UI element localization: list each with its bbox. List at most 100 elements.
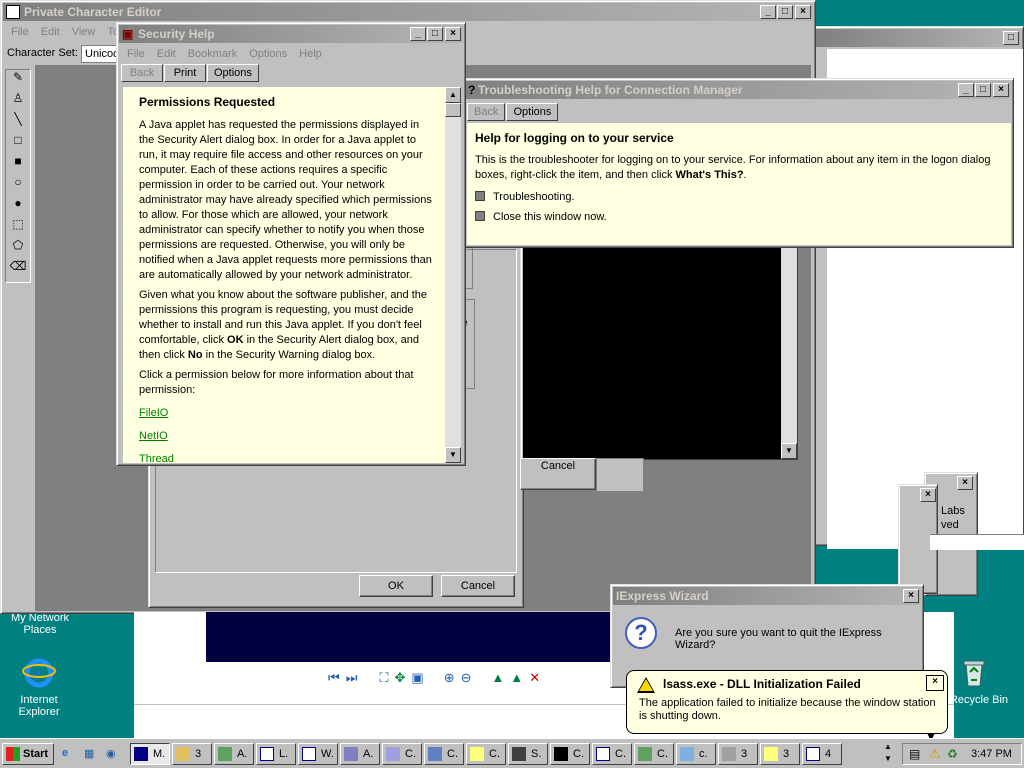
taskbar-item-3[interactable]: A.	[214, 743, 254, 765]
freeform-select-tool-icon[interactable]: ⬠	[6, 238, 30, 259]
zoom-in-icon[interactable]: ⊕	[444, 670, 455, 690]
line-tool-icon[interactable]: ╲	[6, 112, 30, 133]
prev-icon[interactable]: ⏮	[328, 670, 340, 690]
quicklaunch-desktop-icon[interactable]: ▦	[84, 747, 100, 763]
scroll-down-icon[interactable]: ▼	[781, 443, 797, 459]
close-icon[interactable]: ×	[795, 5, 811, 19]
eraser-tool-icon[interactable]: ⌫	[6, 259, 30, 280]
quicklaunch-ie-icon[interactable]: e	[62, 747, 78, 763]
taskbar-item-8[interactable]: C.	[424, 743, 464, 765]
close-icon[interactable]: ×	[445, 27, 461, 41]
taskbar-item-9[interactable]: C.	[466, 743, 506, 765]
help-heading: Permissions Requested	[139, 95, 276, 109]
taskbar-item-12[interactable]: C.	[592, 743, 632, 765]
help-scrollbar[interactable]: ▲ ▼	[445, 87, 461, 463]
cancel-button[interactable]: Cancel	[441, 575, 515, 597]
close-icon[interactable]: ×	[957, 476, 973, 490]
troubleshooting-help-window: ? Troubleshooting Help for Connection Ma…	[462, 78, 1014, 248]
menu-edit[interactable]: Edit	[35, 26, 66, 38]
update-tray-icon[interactable]: ♻	[947, 747, 958, 761]
menu-options[interactable]: Options	[243, 48, 293, 60]
back-button[interactable]: Back	[121, 64, 163, 82]
hollow-ellipse-tool-icon[interactable]: ○	[6, 175, 30, 196]
fit-icon[interactable]: ⛶	[379, 670, 388, 690]
taskbar-item-10[interactable]: S.	[508, 743, 548, 765]
close-icon[interactable]: ×	[920, 488, 936, 502]
options-button[interactable]: Options	[506, 103, 559, 121]
tool-palette: ✎ ♙ ╲ □ ■ ○ ● ⬚ ⬠ ⌫	[5, 69, 31, 283]
taskbar-item-11[interactable]: C.	[550, 743, 590, 765]
link-fileio[interactable]: FileIO	[139, 406, 437, 421]
hollow-rect-tool-icon[interactable]: □	[6, 133, 30, 154]
minimize-icon[interactable]: _	[760, 5, 776, 19]
print-button[interactable]: Print	[164, 64, 206, 82]
slideshow-icon[interactable]: ▣	[411, 670, 423, 690]
close-icon[interactable]: ×	[926, 675, 944, 691]
menu-edit[interactable]: Edit	[151, 48, 182, 60]
brush-tool-icon[interactable]: ♙	[6, 91, 30, 112]
rect-select-tool-icon[interactable]: ⬚	[6, 217, 30, 238]
network-places-label[interactable]: My Network Places	[4, 612, 76, 636]
clock[interactable]: 3:47 PM	[971, 748, 1012, 760]
charset-select[interactable]: Unicod	[81, 45, 121, 63]
internet-explorer-icon[interactable]: e	[22, 656, 56, 690]
recycle-bin-icon[interactable]	[958, 656, 990, 688]
taskbar-item-4[interactable]: L.	[256, 743, 296, 765]
link-thread[interactable]: Thread	[139, 452, 437, 463]
scroll-down-icon[interactable]: ▼	[445, 447, 461, 463]
maximize-icon[interactable]: □	[1003, 31, 1019, 45]
taskbar-item-1[interactable]: M.	[130, 743, 170, 765]
taskbar-item-5[interactable]: W.	[298, 743, 338, 765]
next-icon[interactable]: ⏭	[346, 670, 358, 690]
maximize-icon[interactable]: □	[427, 27, 443, 41]
cancel-button-partial[interactable]: Cancel	[520, 458, 596, 490]
taskbar-item-2[interactable]: 3	[172, 743, 212, 765]
start-button[interactable]: Start	[2, 743, 54, 765]
rotate-left-icon[interactable]: ▲	[492, 670, 505, 690]
help-paragraph-2: Given what you know about the software p…	[139, 289, 428, 361]
menu-help[interactable]: Help	[293, 48, 328, 60]
tray-scroll-down-icon[interactable]: ▼	[884, 754, 892, 763]
menu-file[interactable]: File	[5, 26, 35, 38]
rotate-right-icon[interactable]: ▲	[510, 670, 523, 690]
close-icon[interactable]: ×	[903, 589, 919, 603]
help-icon	[764, 747, 778, 761]
scroll-up-icon[interactable]: ▲	[445, 87, 461, 103]
minimize-icon[interactable]: _	[958, 83, 974, 97]
taskbar-item-16[interactable]: 3	[760, 743, 800, 765]
trouble-item-troubleshooting[interactable]: Troubleshooting.	[475, 191, 1003, 203]
recycle-bin-label[interactable]: Recycle Bin	[944, 694, 1014, 706]
taskbar-item-6[interactable]: A.	[340, 743, 380, 765]
filled-rect-tool-icon[interactable]: ■	[6, 154, 30, 175]
minimize-icon[interactable]: _	[410, 27, 426, 41]
network-tray-icon[interactable]: ▤	[909, 747, 920, 761]
quicklaunch-media-icon[interactable]: ◉	[106, 747, 122, 763]
menu-bookmark[interactable]: Bookmark	[182, 48, 244, 60]
app-icon	[428, 747, 442, 761]
taskbar-item-13[interactable]: C.	[634, 743, 674, 765]
scroll-thumb[interactable]	[445, 103, 461, 117]
taskbar-item-7[interactable]: C.	[382, 743, 422, 765]
menu-view[interactable]: View	[66, 26, 102, 38]
trouble-item-close[interactable]: Close this window now.	[475, 211, 1003, 223]
ok-button[interactable]: OK	[359, 575, 433, 597]
delete-icon[interactable]: ✕	[529, 670, 540, 690]
back-button[interactable]: Back	[467, 103, 506, 121]
filled-ellipse-tool-icon[interactable]: ●	[6, 196, 30, 217]
taskbar-item-15[interactable]: 3	[718, 743, 758, 765]
window-icon	[806, 747, 820, 761]
warning-tray-icon[interactable]: ⚠	[929, 746, 941, 762]
options-button[interactable]: Options	[207, 64, 259, 82]
menu-file[interactable]: File	[121, 48, 151, 60]
close-icon[interactable]: ×	[993, 83, 1009, 97]
taskbar-item-17[interactable]: 4	[802, 743, 842, 765]
maximize-icon[interactable]: □	[777, 5, 793, 19]
zoom-out-icon[interactable]: ⊖	[461, 670, 472, 690]
actual-size-icon[interactable]: ✥	[395, 670, 406, 690]
tray-scroll-up-icon[interactable]: ▲	[884, 742, 892, 751]
pencil-tool-icon[interactable]: ✎	[6, 70, 30, 91]
maximize-icon[interactable]: □	[975, 83, 991, 97]
link-netio[interactable]: NetIO	[139, 429, 437, 444]
internet-explorer-label[interactable]: Internet Explorer	[4, 694, 74, 718]
taskbar-item-14[interactable]: c.	[676, 743, 716, 765]
